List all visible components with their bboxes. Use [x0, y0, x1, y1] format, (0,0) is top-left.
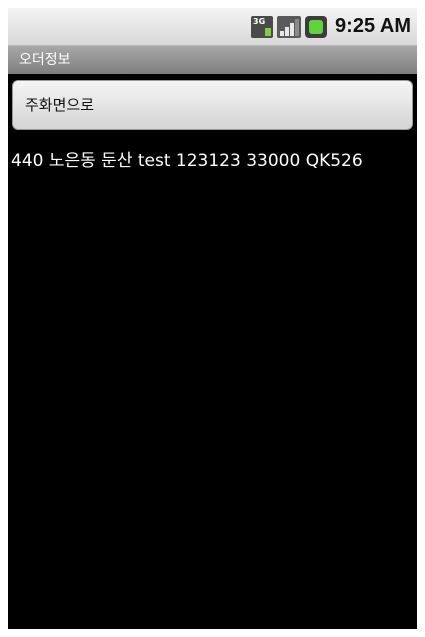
order-info-text: 440 노은동 둔산 test 123123 33000 QK526 [11, 151, 363, 171]
status-icons: 3G 9:25 AM [251, 8, 411, 45]
phone-screen: 3G 9:25 AM 오더정보 주화면으로 440 노은동 둔산 test 12… [8, 8, 417, 629]
page-title: 오더정보 [19, 52, 71, 68]
status-clock: 9:25 AM [335, 15, 411, 37]
battery-icon [305, 15, 328, 38]
signal-icon [277, 15, 302, 38]
network-type-label: 3G [253, 16, 266, 26]
home-screen-button[interactable]: 주화면으로 [12, 80, 413, 130]
home-screen-button-label: 주화면으로 [25, 96, 95, 114]
status-bar: 3G 9:25 AM [8, 8, 417, 46]
3g-data-icon: 3G [251, 15, 274, 38]
app-title-bar: 오더정보 [8, 46, 417, 74]
